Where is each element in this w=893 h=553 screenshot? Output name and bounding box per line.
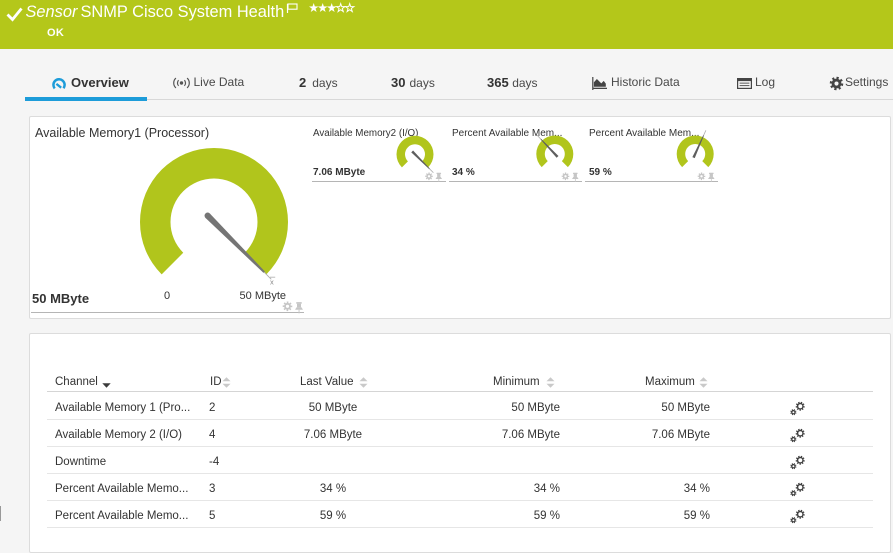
svg-text:x: x xyxy=(270,277,274,286)
